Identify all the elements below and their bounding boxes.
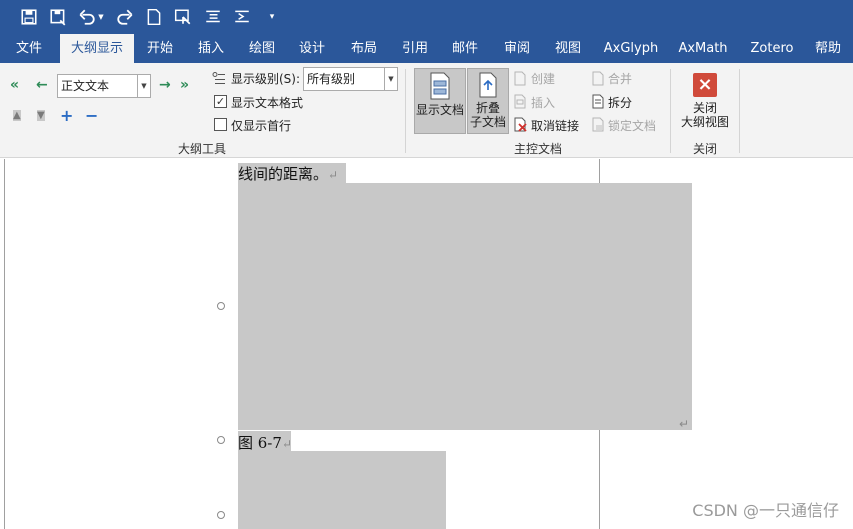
merge-icon: [592, 71, 604, 86]
tab-layout[interactable]: 布局: [344, 34, 384, 63]
merge-button[interactable]: 合并: [608, 70, 632, 87]
save-as-icon[interactable]: [48, 7, 68, 27]
outline-bullet[interactable]: [217, 302, 225, 310]
chevron-down-icon: ▼: [137, 75, 150, 97]
customize-icon[interactable]: ▾: [262, 7, 282, 27]
tab-design[interactable]: 设计: [292, 34, 332, 63]
create-button[interactable]: 创建: [531, 70, 555, 87]
new-doc-icon[interactable]: [144, 7, 164, 27]
collapse-label-2: 子文档: [469, 115, 506, 129]
expand-icon[interactable]: +: [60, 106, 73, 125]
close-group-label: 关闭: [693, 142, 718, 156]
split-icon: [592, 94, 604, 109]
quick-access-toolbar: ▼ ▾: [0, 0, 853, 34]
group-divider: [405, 69, 406, 153]
tab-file[interactable]: 文件: [8, 34, 50, 63]
figure-placeholder[interactable]: [238, 183, 692, 430]
master-document-group-label: 主控文档: [514, 142, 563, 156]
figure-caption: 图 6-7: [238, 434, 282, 452]
left-page-edge: [4, 159, 5, 529]
tab-axglyph[interactable]: AxGlyph: [600, 34, 662, 63]
paragraph-mark: ↵: [328, 168, 339, 182]
show-level-label: 显示级别(S):: [231, 72, 301, 86]
tab-review[interactable]: 审阅: [497, 34, 537, 63]
redo-icon[interactable]: [115, 7, 135, 27]
demote-icon[interactable]: →: [159, 77, 171, 93]
move-down-icon[interactable]: ▼: [37, 110, 45, 121]
tab-insert[interactable]: 插入: [191, 34, 231, 63]
collapse-subdocuments-icon: [479, 72, 497, 98]
create-icon: [514, 71, 526, 86]
close-icon: ×: [693, 73, 717, 97]
move-up-icon[interactable]: ▲: [13, 110, 21, 121]
undo-dropdown-icon[interactable]: ▼: [96, 7, 106, 27]
paragraph-mark: ↵: [281, 437, 292, 451]
figure-caption-line: 图 6-7↵: [238, 432, 292, 453]
collapse-label-1: 折叠: [475, 101, 500, 115]
show-level-select[interactable]: 所有级别 ▼: [303, 67, 398, 91]
paragraph-mark: ↵: [679, 417, 690, 431]
demote-to-body-icon[interactable]: »: [180, 77, 189, 93]
close-label-1: 关闭: [692, 101, 717, 115]
outline-level-select[interactable]: 正文文本 ▼: [57, 74, 151, 98]
tab-zotero[interactable]: Zotero: [744, 34, 800, 63]
collapse-subdocuments-button[interactable]: 折叠 子文档: [467, 68, 509, 134]
tab-view[interactable]: 视图: [548, 34, 588, 63]
watermark: CSDN @一只通信仔: [692, 501, 839, 520]
close-label-2: 大纲视图: [680, 115, 729, 129]
tab-axmath[interactable]: AxMath: [674, 34, 732, 63]
chevron-down-icon: ▼: [384, 68, 397, 90]
promote-to-heading1-icon[interactable]: «: [10, 77, 19, 93]
tab-help[interactable]: 帮助: [808, 34, 848, 63]
split-button[interactable]: 拆分: [608, 94, 632, 111]
lock-document-button[interactable]: 锁定文档: [608, 117, 656, 134]
outline-icon[interactable]: [203, 7, 223, 27]
show-document-icon: [430, 72, 450, 100]
group-divider: [739, 69, 740, 153]
show-text-format-label: 显示文本格式: [231, 96, 304, 110]
show-document-button[interactable]: 显示文档: [414, 68, 466, 134]
show-level-icon: [212, 72, 225, 84]
document-area[interactable]: 线间的距离。↵ ↵ 图 6-7↵ CSDN @一只通信仔: [0, 159, 853, 529]
show-document-label: 显示文档: [415, 103, 464, 117]
ribbon-tabs: 文件 大纲显示 开始 插入 绘图 设计 布局 引用 邮件 审阅 视图 AxGly…: [0, 34, 853, 63]
figure-placeholder-2[interactable]: [238, 451, 446, 529]
tab-draw[interactable]: 绘图: [242, 34, 282, 63]
save-icon[interactable]: [19, 7, 39, 27]
body-text: 线间的距离。: [238, 165, 329, 183]
unlink-icon: [514, 117, 527, 132]
collapse-icon[interactable]: −: [85, 106, 98, 125]
show-first-line-checkbox[interactable]: [214, 118, 227, 131]
outline-tools-group-label: 大纲工具: [178, 142, 227, 156]
tab-outline[interactable]: 大纲显示: [60, 34, 134, 63]
group-divider: [670, 69, 671, 153]
tab-mailings[interactable]: 邮件: [445, 34, 485, 63]
ribbon: « ← 正文文本 ▼ → » ▲ ▼ + − 显示级别(S): 所有级别 ▼ ✓…: [0, 63, 853, 158]
tab-home[interactable]: 开始: [140, 34, 180, 63]
outline-bullet[interactable]: [217, 436, 225, 444]
outline-level-value: 正文文本: [61, 79, 110, 93]
show-level-value: 所有级别: [307, 72, 356, 86]
touch-mode-icon[interactable]: [173, 7, 193, 27]
show-first-line-label: 仅显示首行: [231, 119, 292, 133]
promote-icon[interactable]: ←: [36, 77, 48, 93]
show-text-format-checkbox[interactable]: ✓: [214, 95, 227, 108]
insert-button[interactable]: 插入: [531, 94, 555, 111]
outline2-icon[interactable]: [232, 7, 252, 27]
body-text-line: 线间的距离。↵: [238, 163, 338, 184]
insert-icon: [514, 94, 526, 109]
undo-icon[interactable]: [77, 7, 97, 27]
unlink-button[interactable]: 取消链接: [531, 117, 579, 134]
tab-references[interactable]: 引用: [395, 34, 435, 63]
lock-document-icon: [592, 117, 604, 132]
close-outline-view-button[interactable]: × 关闭 大纲视图: [677, 68, 733, 134]
outline-bullet[interactable]: [217, 511, 225, 519]
